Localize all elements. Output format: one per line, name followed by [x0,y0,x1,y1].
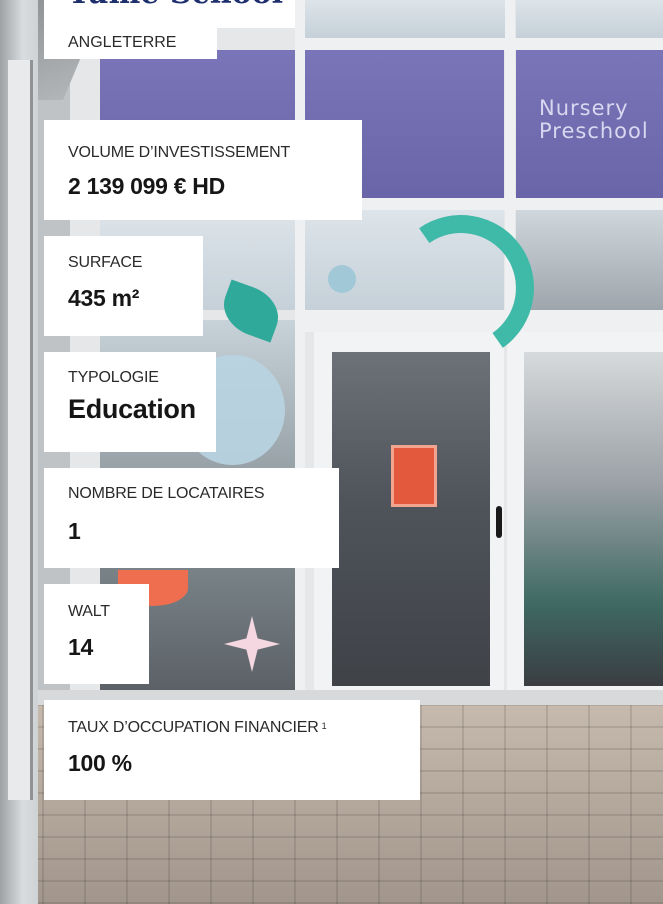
footnote-marker[interactable]: 1 [322,721,327,731]
property-name-card: Yume School [44,0,295,28]
stat-card-typology: TYPOLOGIE Education [44,352,216,452]
window-pane [516,0,663,38]
stat-label: NOMBRE DE LOCATAIRES [68,485,265,502]
stat-value: 14 [68,634,93,660]
stat-card-occupancy: TAUX D’OCCUPATION FINANCIER 1 100 % [44,700,420,800]
stat-value: 2 139 099 € HD [68,173,225,199]
stat-label: TAUX D’OCCUPATION FINANCIER 1 [68,718,420,738]
stat-value: 100 % [68,750,132,776]
stat-label: SURFACE [68,254,143,271]
stat-card-investment: VOLUME D’INVESTISSEMENT 2 139 099 € HD [44,120,362,220]
stat-label: WALT [68,603,110,620]
window-pane [516,210,663,310]
nursery-sign: Nursery Preschool [539,97,663,143]
stat-value: 435 m² [68,285,140,311]
property-name: Yume School [68,0,283,14]
sign-line: Preschool [539,119,649,143]
window-pane [300,0,505,38]
door-handle [496,506,502,538]
mullion [295,0,305,700]
wall-frame [8,60,33,800]
decal-circle [328,265,356,293]
stat-label-text: TAUX D’OCCUPATION FINANCIER [68,719,319,736]
stat-label: TYPOLOGIE [68,369,159,386]
country-label: ANGLETERRE [68,34,177,51]
side-wall [0,0,38,904]
country-card: ANGLETERRE [44,28,217,59]
door-notice [391,445,437,507]
stat-label: VOLUME D’INVESTISSEMENT [68,144,291,161]
stat-card-tenants: NOMBRE DE LOCATAIRES 1 [44,468,339,568]
stat-card-walt: WALT 14 [44,584,149,684]
stat-card-surface: SURFACE 435 m² [44,236,203,336]
sign-line: Nursery [539,97,629,120]
mullion [300,38,663,50]
door-glass [332,352,490,686]
stat-value: 1 [68,518,81,544]
door-glass [524,352,663,686]
stat-value: Education [68,394,196,424]
